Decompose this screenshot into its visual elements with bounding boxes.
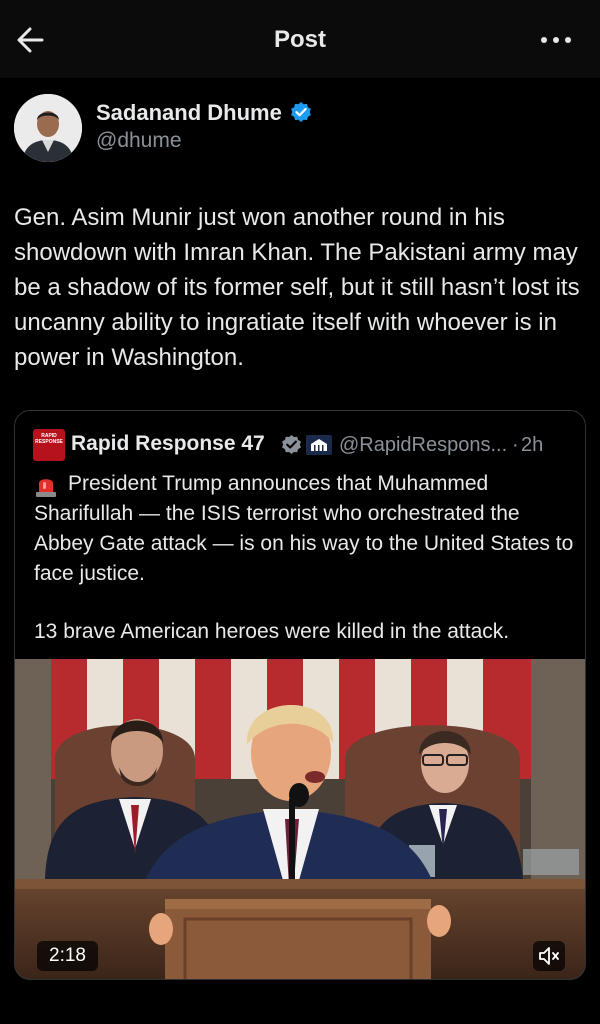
- video-thumbnail: [15, 659, 585, 979]
- author-name[interactable]: Sadanand Dhume: [96, 100, 282, 126]
- logo-text: RAPID RESPONSE: [35, 433, 63, 445]
- post-text: Gen. Asim Munir just won another round i…: [14, 204, 580, 371]
- mute-button[interactable]: [533, 941, 565, 971]
- white-house-icon: [306, 435, 332, 455]
- verified-badge-icon: [291, 102, 311, 122]
- quoted-post-time[interactable]: 2h: [521, 434, 543, 457]
- video-player[interactable]: 2:18: [15, 659, 585, 979]
- author-avatar[interactable]: [14, 94, 82, 162]
- volume-muted-icon: [539, 947, 559, 965]
- verified-badge-icon: [282, 434, 301, 455]
- avatar-portrait: [14, 94, 82, 162]
- more-horizontal-icon: [541, 37, 571, 43]
- quoted-author-name[interactable]: Rapid Response 47: [71, 432, 265, 456]
- more-options-button[interactable]: [536, 28, 576, 52]
- meta-separator: ·: [512, 434, 519, 456]
- quoted-post-card[interactable]: RAPID RESPONSE Rapid Response 47 @RapidR…: [14, 410, 586, 980]
- quoted-post-text-2: 13 brave American heroes were killed in …: [34, 620, 510, 643]
- quoted-author-handle[interactable]: @RapidRespons...: [339, 434, 507, 457]
- rapid-response-logo: RAPID RESPONSE: [33, 429, 65, 461]
- author-handle[interactable]: @dhume: [96, 129, 182, 153]
- top-bar: Post: [0, 0, 600, 78]
- quoted-post-text: President Trump announces that Muhammed …: [34, 472, 574, 585]
- page-title: Post: [273, 26, 326, 53]
- video-duration: 2:18: [37, 941, 98, 971]
